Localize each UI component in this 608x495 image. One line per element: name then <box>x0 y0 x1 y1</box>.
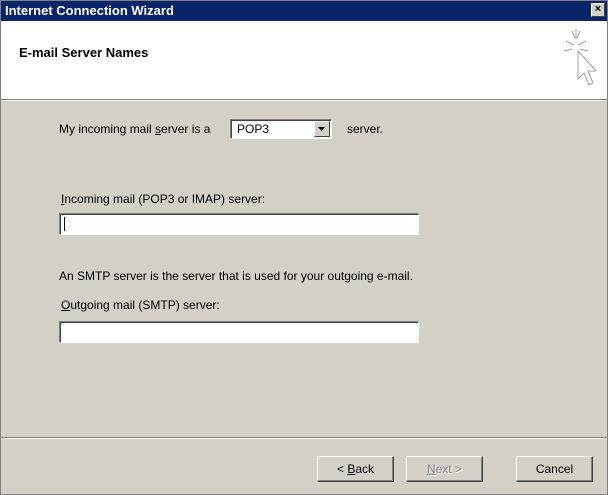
incoming-type-suffix: server. <box>347 122 384 136</box>
incoming-server-type-select[interactable]: POP3 <box>230 119 332 139</box>
next-button[interactable]: Next > <box>406 456 483 482</box>
chevron-down-icon <box>318 127 325 131</box>
text-caret <box>64 217 65 231</box>
wizard-cursor-sparkle-icon <box>563 29 596 86</box>
dropdown-button[interactable] <box>314 121 330 137</box>
title-bar[interactable]: Internet Connection Wizard × <box>1 1 607 21</box>
header-divider <box>1 100 607 101</box>
back-button[interactable]: < Back <box>317 456 394 482</box>
window-title: Internet Connection Wizard <box>5 3 174 18</box>
smtp-description: An SMTP server is the server that is use… <box>59 269 413 283</box>
cancel-button[interactable]: Cancel <box>516 456 593 482</box>
outgoing-server-input[interactable] <box>59 321 419 343</box>
close-button[interactable]: × <box>591 3 605 17</box>
incoming-server-input[interactable] <box>59 213 419 235</box>
outgoing-server-label: Outgoing mail (SMTP) server: <box>61 298 220 312</box>
wizard-window: Internet Connection Wizard × E-mail Serv… <box>0 0 608 495</box>
incoming-server-type-value: POP3 <box>237 122 270 136</box>
page-title: E-mail Server Names <box>19 45 149 60</box>
button-separator-highlight <box>1 438 607 439</box>
incoming-type-label: My incoming mail server is a <box>59 122 211 136</box>
incoming-server-label: Incoming mail (POP3 or IMAP) server: <box>61 192 266 206</box>
close-icon: × <box>594 3 602 15</box>
wizard-header: E-mail Server Names <box>1 21 607 100</box>
